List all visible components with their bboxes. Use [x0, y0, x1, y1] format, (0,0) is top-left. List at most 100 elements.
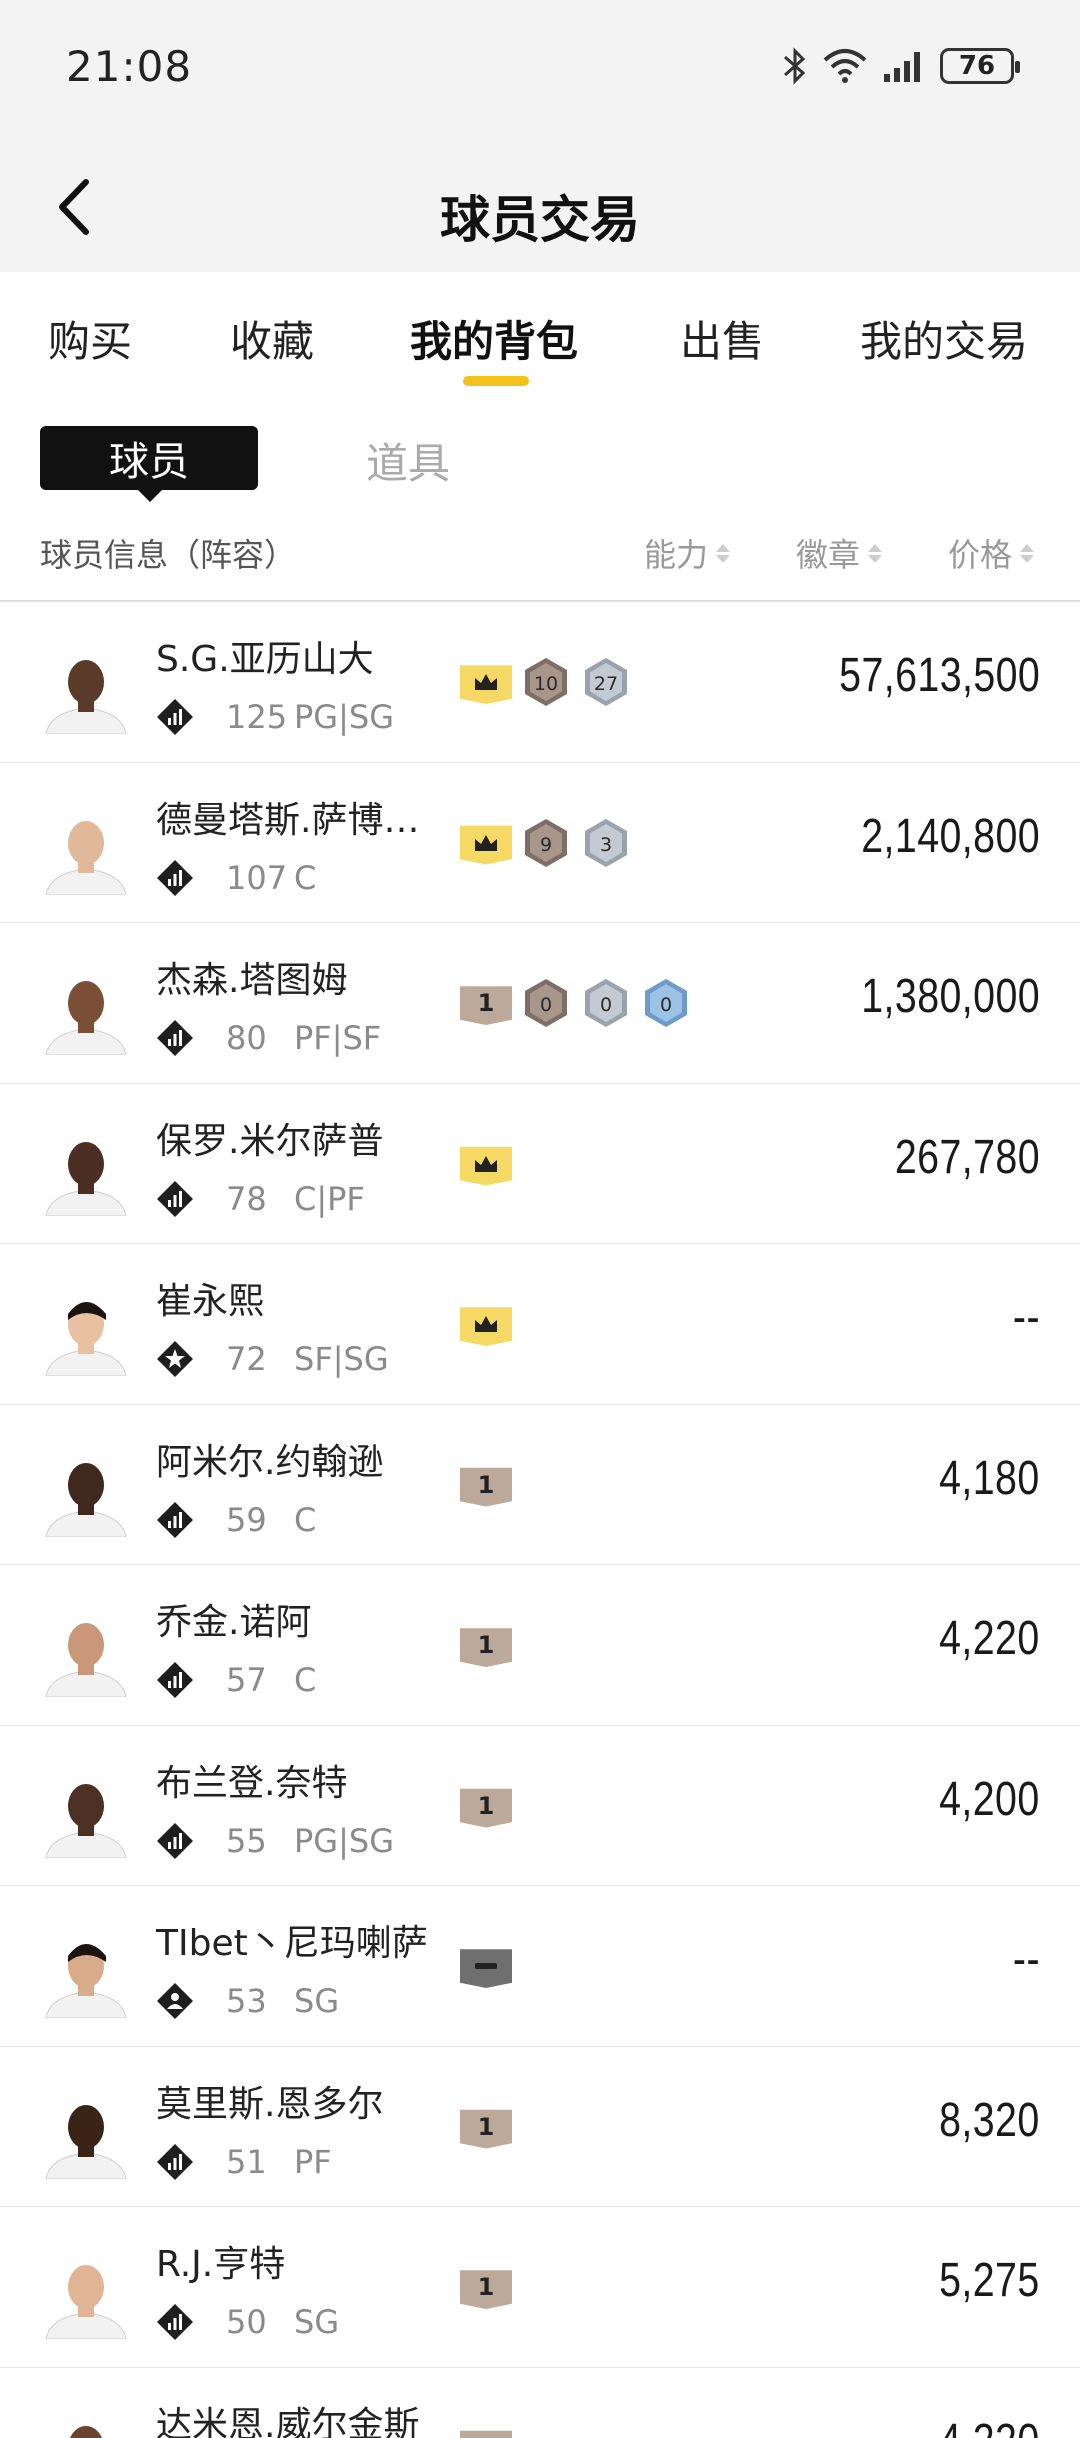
- badge-group: 1: [460, 1778, 512, 1834]
- badge-group: 1 0 0 0: [460, 975, 692, 1031]
- player-row[interactable]: 莫里斯.恩多尔 51 PF 1 8,320: [0, 2047, 1080, 2207]
- main-tabs: 购买 收藏 我的背包 出售 我的交易: [0, 272, 1080, 402]
- player-row[interactable]: 布兰登.奈特 55 PG|SG 1 4,200: [0, 1726, 1080, 1886]
- player-row[interactable]: S.G.亚历山大 125 PG|SG 10 27 57,613,500: [0, 602, 1080, 763]
- column-player-info: 球员信息（阵容）: [40, 536, 297, 574]
- tab-my-bag[interactable]: 我的背包: [410, 308, 578, 369]
- player-avatar: [40, 1444, 132, 1537]
- player-rating: 72: [226, 1340, 267, 1378]
- player-rating: 53: [226, 1982, 267, 2020]
- player-row[interactable]: TIbet丶尼玛喇萨 53 SG --: [0, 1886, 1080, 2047]
- player-rating: 50: [226, 2303, 267, 2341]
- player-price: 267,780: [894, 1130, 1040, 1184]
- tab-buy[interactable]: 购买: [48, 308, 132, 369]
- player-row[interactable]: 德曼塔斯.萨博… 107 C 9 3 2,140,800: [0, 763, 1080, 923]
- badge-group: 10 27: [460, 654, 632, 710]
- tier-badge: 1: [460, 2109, 512, 2149]
- player-price: 4,220: [939, 2414, 1040, 2438]
- status-time: 21:08: [66, 42, 193, 91]
- top-bar: 21:08 76 球员交易: [0, 0, 1080, 272]
- crown-icon: [475, 674, 497, 690]
- player-rating: 59: [226, 1500, 267, 1539]
- player-row[interactable]: 崔永熙 72 SF|SG --: [0, 1244, 1080, 1405]
- tier-badge: 1: [460, 2270, 512, 2309]
- crown-badge: [460, 1146, 512, 1186]
- player-price: 5,275: [939, 2254, 1040, 2307]
- sort-icon: [716, 543, 731, 563]
- person-icon: [157, 1983, 193, 2019]
- column-price-label: 价格: [948, 536, 1013, 574]
- badge-group: 1: [460, 2420, 512, 2438]
- player-name: TIbet丶尼玛喇萨: [156, 1923, 428, 1964]
- crown-badge: [460, 825, 512, 865]
- badge-group: [460, 1938, 512, 1994]
- star-icon: [157, 1341, 193, 1377]
- player-name: 崔永熙: [156, 1281, 265, 1322]
- badge-group: 1: [460, 2259, 512, 2315]
- chart-icon: [157, 1020, 193, 1056]
- player-row[interactable]: 保罗.米尔萨普 78 C|PF 267,780: [0, 1084, 1080, 1244]
- tier-badge: 1: [460, 986, 512, 1025]
- silver-badge-count: 3: [580, 817, 632, 869]
- chart-icon: [157, 1180, 193, 1217]
- player-price: 4,180: [939, 1451, 1040, 1505]
- chart-icon: [157, 1822, 193, 1859]
- player-rating: 107: [226, 858, 288, 897]
- player-row[interactable]: 杰森.塔图姆 80 PF|SF 1 0 0 0 1,380,000: [0, 923, 1080, 1084]
- player-name: R.J.亨特: [156, 2244, 286, 2285]
- player-avatar: [40, 1765, 132, 1858]
- subtab-pointer: [136, 488, 164, 502]
- player-price: 1,380,000: [861, 970, 1040, 1023]
- status-icons: 76: [782, 42, 1020, 90]
- battery-icon: 76: [940, 48, 1020, 84]
- svg-text:0: 0: [540, 994, 552, 1016]
- subtab-items[interactable]: 道具: [366, 430, 450, 491]
- player-row[interactable]: 乔金.诺阿 57 C 1 4,220: [0, 1565, 1080, 1726]
- svg-text:0: 0: [600, 994, 612, 1016]
- column-price[interactable]: 价格: [948, 530, 1035, 576]
- player-rating: 51: [226, 2142, 267, 2181]
- player-list: S.G.亚历山大 125 PG|SG 10 27 57,613,500 德曼塔斯.萨博… 10…: [0, 602, 1080, 2438]
- wifi-icon: [823, 49, 867, 83]
- blue-badge-count: 0: [640, 977, 692, 1029]
- tier-badge: 1: [460, 1788, 512, 1828]
- sort-icon: [1020, 543, 1035, 563]
- player-name: 达米恩.威尔金斯: [156, 2404, 420, 2438]
- player-rating: 57: [226, 1661, 267, 1699]
- player-name: 莫里斯.恩多尔: [156, 2083, 384, 2125]
- player-row[interactable]: 达米恩.威尔金斯 1 4,220: [0, 2368, 1080, 2438]
- tab-favorites[interactable]: 收藏: [230, 308, 314, 369]
- svg-text:27: 27: [594, 673, 618, 695]
- tier-badge: 1: [460, 2430, 512, 2438]
- tier-badge: 1: [460, 1467, 512, 1507]
- column-ability[interactable]: 能力: [644, 530, 731, 576]
- tab-indicator: [463, 376, 529, 386]
- chart-icon: [157, 1501, 193, 1538]
- chart-icon: [157, 2143, 193, 2180]
- tab-sell[interactable]: 出售: [680, 308, 764, 369]
- sort-icon: [868, 543, 883, 563]
- crown-badge: [460, 1307, 512, 1346]
- page-title: 球员交易: [440, 191, 640, 249]
- player-row[interactable]: 阿米尔.约翰逊 59 C 1 4,180: [0, 1405, 1080, 1565]
- player-avatar: [40, 1123, 132, 1216]
- player-avatar: [40, 2407, 132, 2438]
- silver-badge-count: 0: [580, 977, 632, 1029]
- player-price: 8,320: [939, 2093, 1040, 2147]
- badge-group: 93: [460, 815, 632, 871]
- player-rating: 80: [226, 1019, 267, 1057]
- chart-icon: [157, 2304, 193, 2340]
- bluetooth-icon: [784, 47, 806, 85]
- silver-badge-count: 27: [580, 656, 632, 708]
- subtab-players[interactable]: 球员: [40, 426, 258, 490]
- player-name: 乔金.诺阿: [156, 1602, 312, 1643]
- chart-icon: [157, 1662, 193, 1698]
- player-row[interactable]: R.J.亨特 50 SG 1 5,275: [0, 2207, 1080, 2368]
- player-price: 4,200: [939, 1772, 1040, 1826]
- badge-group: [460, 1136, 512, 1192]
- column-badges[interactable]: 徽章: [796, 530, 883, 576]
- player-avatar: [40, 1605, 132, 1697]
- dash-icon: [475, 1963, 497, 1969]
- player-name: S.G.亚历山大: [156, 639, 374, 680]
- tab-my-trades[interactable]: 我的交易: [860, 308, 1028, 369]
